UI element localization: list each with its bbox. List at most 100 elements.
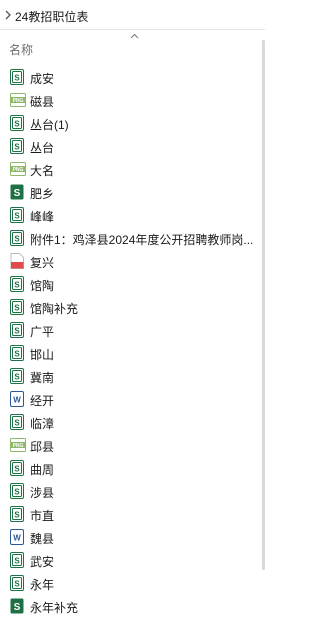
image-file-icon: PNG [10,437,26,453]
svg-text:S: S [14,74,20,83]
svg-text:S: S [14,580,20,589]
list-item[interactable]: S 武安 [0,549,265,572]
file-name: 魏县 [30,532,55,546]
file-name: 冀南 [30,371,55,385]
list-item[interactable]: S 临漳 [0,411,265,434]
file-name: 附件1：鸡泽县2024年度公开招聘教师岗... [30,233,254,247]
spreadsheet-file-icon: S [10,69,24,85]
image-file-icon: PNG [10,92,26,108]
wps-spreadsheet-file-icon: S [10,184,24,200]
spreadsheet-file-icon: S [10,230,24,246]
list-item[interactable]: S 永年补充 [0,595,265,618]
list-item[interactable]: PNG 邱县 [0,434,265,457]
spreadsheet-file-icon: S [10,552,24,568]
list-item[interactable]: S 邯山 [0,342,265,365]
file-name: 峰峰 [30,210,55,224]
file-name: 丛台(1) [30,118,69,132]
file-name: 临漳 [30,417,55,431]
list-item[interactable]: W 经开 [0,388,265,411]
svg-text:PNG: PNG [13,98,24,104]
spreadsheet-file-icon: S [10,115,24,131]
pdf-file-icon [10,253,24,269]
list-item[interactable]: S 馆陶 [0,273,265,296]
svg-text:S: S [14,419,20,428]
spreadsheet-file-icon: S [10,138,24,154]
image-file-icon: PNG [10,161,26,177]
svg-text:S: S [14,350,20,359]
sort-ascending-icon [130,33,139,39]
file-name: 永年补充 [30,601,79,615]
file-name: 成安 [30,72,55,86]
file-name: 市直 [30,509,55,523]
file-name: 复兴 [30,256,55,270]
spreadsheet-file-icon: S [10,414,24,430]
list-item[interactable]: PNG 大名 [0,158,265,181]
svg-text:S: S [14,304,20,313]
svg-text:S: S [14,327,20,336]
column-header: 名称 [0,30,265,64]
wps-spreadsheet-file-icon: S [10,598,24,614]
svg-text:PNG: PNG [13,167,24,173]
chevron-right-icon[interactable] [3,9,13,21]
list-item[interactable]: PNG 磁县 [0,89,265,112]
file-name: 经开 [30,394,55,408]
svg-text:W: W [13,396,21,405]
svg-text:S: S [14,120,20,129]
spreadsheet-file-icon: S [10,345,24,361]
svg-text:W: W [13,534,21,543]
list-item[interactable]: S 丛台 [0,135,265,158]
list-item[interactable]: W 魏县 [0,526,265,549]
svg-text:S: S [14,281,20,290]
list-item[interactable]: 复兴 [0,250,265,273]
file-name: 涉县 [30,486,55,500]
file-name: 邯山 [30,348,55,362]
svg-text:S: S [14,143,20,152]
word-file-icon: W [10,529,24,545]
file-name: 馆陶补充 [30,302,79,316]
svg-text:S: S [14,557,20,566]
file-name: 永年 [30,578,55,592]
name-column-header[interactable]: 名称 [9,41,33,58]
svg-text:S: S [14,373,20,382]
file-list: S 成安 PNG 磁县 S 丛台(1) S 丛台 PNG 大名 S 肥乡 S 峰峰 S 附件1：鸡泽县2024… [0,66,265,618]
spreadsheet-file-icon: S [10,506,24,522]
file-name: 武安 [30,555,55,569]
breadcrumb: 24教招职位表 [0,0,265,30]
spreadsheet-file-icon: S [10,322,24,338]
svg-text:S: S [14,465,20,474]
file-name: 大名 [30,164,55,178]
list-item[interactable]: S 市直 [0,503,265,526]
spreadsheet-file-icon: S [10,368,24,384]
list-item[interactable]: S 成安 [0,66,265,89]
svg-text:S: S [14,235,20,244]
list-item[interactable]: S 丛台(1) [0,112,265,135]
svg-text:S: S [14,511,20,520]
file-name: 肥乡 [30,187,55,201]
list-item[interactable]: S 冀南 [0,365,265,388]
scrollbar[interactable] [262,40,265,570]
spreadsheet-file-icon: S [10,575,24,591]
breadcrumb-folder[interactable]: 24教招职位表 [15,8,88,25]
list-item[interactable]: S 永年 [0,572,265,595]
spreadsheet-file-icon: S [10,207,24,223]
spreadsheet-file-icon: S [10,276,24,292]
file-name: 广平 [30,325,55,339]
file-name: 丛台 [30,141,55,155]
svg-text:PNG: PNG [13,443,24,449]
list-item[interactable]: S 峰峰 [0,204,265,227]
list-item[interactable]: S 附件1：鸡泽县2024年度公开招聘教师岗... [0,227,265,250]
spreadsheet-file-icon: S [10,460,24,476]
list-item[interactable]: S 曲周 [0,457,265,480]
file-name: 曲周 [30,463,55,477]
svg-text:S: S [14,488,20,497]
list-item[interactable]: S 涉县 [0,480,265,503]
file-name: 邱县 [30,440,55,454]
svg-text:S: S [14,188,21,199]
list-item[interactable]: S 广平 [0,319,265,342]
svg-text:S: S [14,212,20,221]
file-name: 磁县 [30,95,55,109]
list-item[interactable]: S 馆陶补充 [0,296,265,319]
list-item[interactable]: S 肥乡 [0,181,265,204]
word-file-icon: W [10,391,24,407]
spreadsheet-file-icon: S [10,483,24,499]
